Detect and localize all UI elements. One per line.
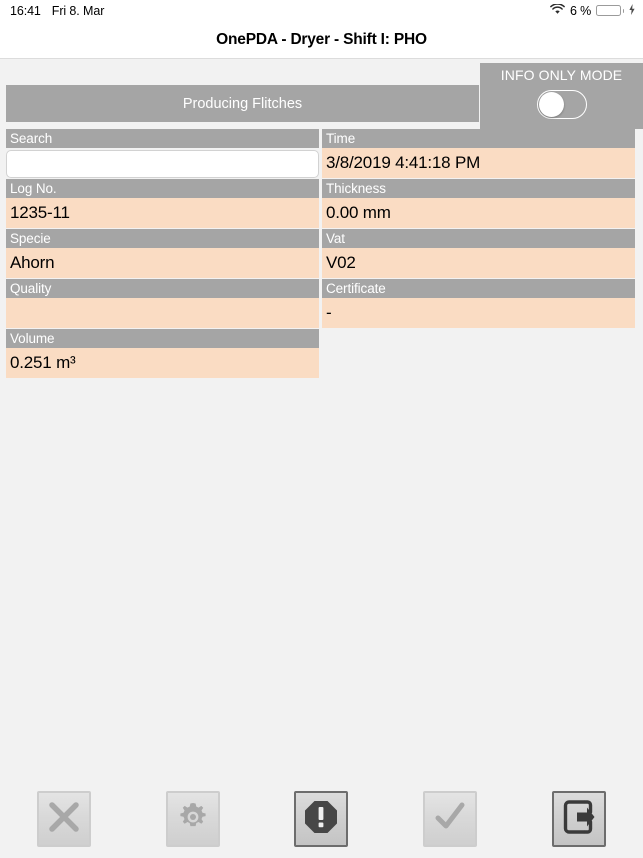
field-value-thickness: 0.00 mm: [322, 198, 635, 228]
alert-button[interactable]: [294, 791, 349, 847]
field-label-time: Time: [322, 129, 635, 148]
close-x-icon: [47, 800, 81, 839]
producing-flitches-button[interactable]: Producing Flitches: [6, 85, 479, 122]
gear-icon: [176, 800, 210, 839]
status-bar: 16:41 Fri 8. Mar 6 %: [0, 0, 643, 21]
status-bar-right: 6 %: [550, 2, 635, 18]
field-time: Time 3/8/2019 4:41:18 PM: [322, 129, 635, 178]
top-action-bar: Producing Flitches INFO ONLY MODE: [0, 59, 643, 129]
lightning-bolt-icon: [629, 3, 635, 18]
toolbar-slot-settings: [129, 791, 258, 847]
wifi-icon: [550, 2, 565, 18]
status-bar-time: 16:41: [10, 3, 41, 18]
exit-arrow-icon: [561, 799, 597, 840]
field-label-quality: Quality: [6, 279, 319, 298]
field-value-quality: [6, 298, 319, 328]
form-grid-spacer: [322, 329, 635, 379]
toolbar-slot-cancel: [0, 791, 129, 847]
field-value-log-no: 1235-11: [6, 198, 319, 228]
field-specie: Specie Ahorn: [6, 229, 319, 278]
toolbar-slot-alert: [257, 791, 386, 847]
field-vat: Vat V02: [322, 229, 635, 278]
app-title-bar: OnePDA - Dryer - Shift I: PHO: [0, 21, 643, 59]
field-value-time: 3/8/2019 4:41:18 PM: [322, 148, 635, 178]
warning-octagon-icon: [303, 799, 339, 840]
toolbar-slot-exit: [514, 791, 643, 847]
search-input[interactable]: [6, 150, 319, 178]
toggle-knob: [538, 92, 564, 117]
checkmark-icon: [433, 800, 467, 839]
field-volume: Volume 0.251 m³: [6, 329, 319, 378]
field-value-volume: 0.251 m³: [6, 348, 319, 378]
battery-body: [596, 5, 621, 16]
info-only-mode-panel[interactable]: INFO ONLY MODE: [480, 63, 643, 129]
battery-icon: [596, 5, 624, 16]
exit-button[interactable]: [551, 791, 606, 847]
field-label-thickness: Thickness: [322, 179, 635, 198]
field-quality: Quality: [6, 279, 319, 328]
page-title: OnePDA - Dryer - Shift I: PHO: [216, 30, 427, 48]
field-label-vat: Vat: [322, 229, 635, 248]
status-bar-left: 16:41 Fri 8. Mar: [10, 4, 104, 18]
battery-percentage: 6 %: [570, 3, 591, 18]
field-thickness: Thickness 0.00 mm: [322, 179, 635, 228]
field-value-certificate: -: [322, 298, 635, 328]
field-label-volume: Volume: [6, 329, 319, 348]
field-search: Search: [6, 129, 319, 178]
info-only-mode-toggle[interactable]: [536, 90, 587, 119]
field-value-specie: Ahorn: [6, 248, 319, 278]
status-bar-date: Fri 8. Mar: [51, 3, 105, 18]
field-log-no: Log No. 1235-11: [6, 179, 319, 228]
confirm-button[interactable]: [423, 791, 478, 847]
field-certificate: Certificate -: [322, 279, 635, 328]
field-label-log-no: Log No.: [6, 179, 319, 198]
flitch-details-form: Search Time 3/8/2019 4:41:18 PM Log No. …: [0, 129, 643, 379]
cancel-button[interactable]: [37, 791, 92, 847]
field-label-search: Search: [6, 129, 319, 148]
field-label-specie: Specie: [6, 229, 319, 248]
field-value-search: [6, 148, 319, 178]
toolbar-slot-confirm: [386, 791, 515, 847]
info-only-mode-label: INFO ONLY MODE: [500, 67, 623, 83]
battery-cap: [622, 8, 624, 13]
bottom-toolbar: [0, 780, 643, 858]
field-value-vat: V02: [322, 248, 635, 278]
producing-flitches-label: Producing Flitches: [182, 95, 303, 112]
field-label-certificate: Certificate: [322, 279, 635, 298]
settings-button[interactable]: [165, 791, 220, 847]
form-grid: Search Time 3/8/2019 4:41:18 PM Log No. …: [6, 129, 643, 379]
